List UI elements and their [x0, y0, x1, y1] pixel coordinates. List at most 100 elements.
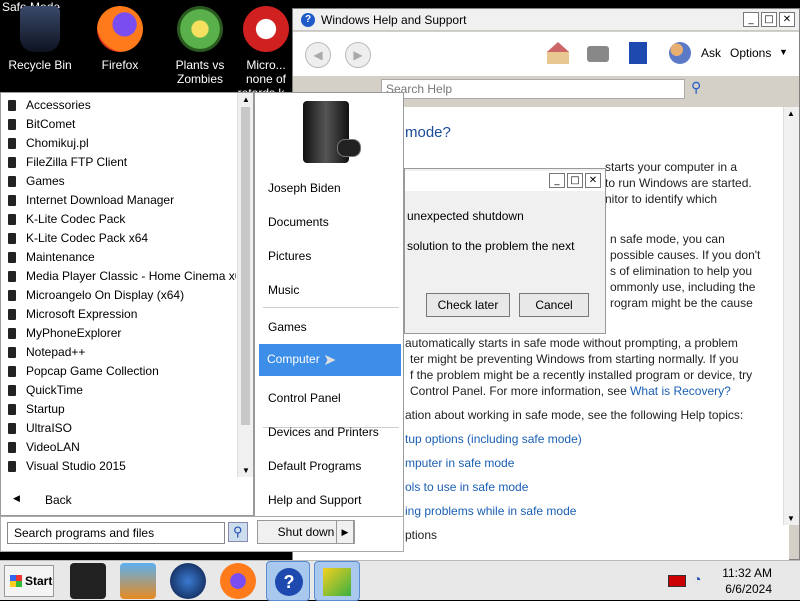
scroll-thumb[interactable] [241, 107, 250, 425]
media-player-icon[interactable] [120, 563, 156, 599]
minimize-button[interactable]: _ [743, 12, 759, 27]
program-item[interactable]: K-Lite Codec Pack [0, 210, 236, 229]
help-text: ptions [405, 528, 438, 542]
program-label: Maintenance [26, 250, 95, 264]
program-item[interactable]: QuickTime [0, 381, 236, 400]
shut-down-options-arrow-icon[interactable]: ▶ [336, 520, 354, 544]
tray-icon[interactable] [668, 575, 686, 587]
app-icon[interactable] [70, 563, 106, 599]
desktop-icon-label: Firefox [101, 58, 139, 72]
program-item[interactable]: Microsoft Expression [0, 305, 236, 324]
app-taskbar-button[interactable] [314, 561, 360, 601]
search-icon[interactable]: ⚲ [691, 79, 701, 96]
ask-icon[interactable] [669, 42, 691, 64]
program-item[interactable]: MyPhoneExplorer [0, 324, 236, 343]
firefox-icon[interactable] [220, 563, 256, 599]
help-taskbar-button[interactable]: ? [266, 561, 310, 601]
scroll-down-icon[interactable]: ▼ [787, 514, 795, 523]
help-support-link[interactable]: Help and Support [268, 493, 361, 507]
folder-icon [8, 119, 16, 130]
windows-logo-icon [10, 575, 22, 587]
scroll-up-icon[interactable]: ▲ [787, 109, 795, 118]
help-search-input[interactable]: Search Help [381, 79, 685, 99]
folder-icon [8, 385, 16, 396]
program-label: Media Player Classic - Home Cinema x6 [26, 269, 236, 283]
dialog-maximize-button[interactable]: □ [567, 173, 583, 188]
recovery-link[interactable]: What is Recovery? [630, 384, 731, 398]
print-icon[interactable] [587, 46, 609, 62]
help-topic-link[interactable]: mputer in safe mode [405, 455, 514, 471]
help-icon: ? [275, 568, 303, 596]
desktop-icon-firefox[interactable]: Firefox [80, 6, 160, 72]
program-label: Popcap Game Collection [26, 364, 159, 378]
program-item[interactable]: Notepad++ [0, 343, 236, 362]
help-text: s of elimination to help you [610, 264, 753, 278]
options-button[interactable]: Options [730, 46, 771, 60]
program-item[interactable]: Visual Studio 2015 [0, 457, 236, 476]
user-name-link[interactable]: Joseph Biden [268, 181, 341, 195]
folder-icon [8, 100, 16, 111]
program-label: Internet Download Manager [26, 193, 175, 207]
desktop-icon-label: Plants vs Zombies [175, 58, 225, 86]
music-link[interactable]: Music [268, 283, 299, 297]
desktop-icon-app[interactable]: Micro... none of retards k... [236, 6, 296, 100]
devices-printers-link[interactable]: Devices and Printers [268, 425, 379, 439]
close-button[interactable]: ✕ [779, 12, 795, 27]
globe-icon[interactable] [170, 563, 206, 599]
program-item[interactable]: Startup [0, 400, 236, 419]
folder-icon [8, 461, 16, 472]
program-item[interactable]: Accessories [0, 96, 236, 115]
taskbar-clock[interactable]: 11:32 AM 6/6/2024 [722, 565, 772, 597]
default-programs-link[interactable]: Default Programs [268, 459, 361, 473]
network-icon[interactable]: ◔ [693, 571, 701, 587]
help-window-titlebar[interactable]: ? Windows Help and Support _ □ ✕ [293, 9, 799, 31]
pictures-link[interactable]: Pictures [268, 249, 311, 263]
help-scrollbar[interactable]: ▲ ▼ [783, 107, 799, 525]
desktop-icon-recycle-bin[interactable]: Recycle Bin [0, 6, 80, 72]
back-arrow-icon[interactable]: ◀ [305, 42, 331, 68]
ask-button[interactable]: Ask [701, 46, 721, 60]
program-item[interactable]: FileZilla FTP Client [0, 153, 236, 172]
program-item[interactable]: K-Lite Codec Pack x64 [0, 229, 236, 248]
help-topic-link[interactable]: ols to use in safe mode [405, 479, 528, 495]
computer-link[interactable]: Computer ➤ [259, 344, 401, 376]
program-item[interactable]: Chomikuj.pl [0, 134, 236, 153]
help-topic-link[interactable]: ing problems while in safe mode [405, 503, 576, 519]
desktop-icon-plants-vs-zombies[interactable]: Plants vs Zombies [160, 6, 240, 86]
control-panel-link[interactable]: Control Panel [268, 391, 341, 405]
help-window-title: Windows Help and Support [321, 13, 467, 27]
cancel-button[interactable]: Cancel [519, 293, 589, 317]
forward-arrow-icon[interactable]: ▶ [345, 42, 371, 68]
documents-link[interactable]: Documents [268, 215, 329, 229]
back-button[interactable]: ◀ Back [0, 486, 254, 516]
maximize-button[interactable]: □ [761, 12, 777, 27]
chevron-down-icon[interactable]: ▼ [779, 47, 788, 57]
program-item[interactable]: VideoLAN [0, 438, 236, 457]
help-topic-link[interactable]: tup options (including safe mode) [405, 431, 582, 447]
program-item[interactable]: Maintenance [0, 248, 236, 267]
help-heading: mode? [405, 124, 451, 141]
program-item[interactable]: BitComet [0, 115, 236, 134]
start-button[interactable]: Start [4, 565, 54, 597]
plant-icon [177, 6, 223, 52]
dialog-close-button[interactable]: ✕ [585, 173, 601, 188]
program-item[interactable]: Microangelo On Display (x64) [0, 286, 236, 305]
program-item[interactable]: Popcap Game Collection [0, 362, 236, 381]
dialog-minimize-button[interactable]: _ [549, 173, 565, 188]
program-item[interactable]: Games [0, 172, 236, 191]
program-item[interactable]: UltraISO [0, 419, 236, 438]
programs-scrollbar[interactable]: ▲ ▼ [237, 93, 253, 477]
shutdown-dialog: _ □ ✕ unexpected shutdown solution to th… [404, 168, 606, 334]
start-search-input[interactable]: Search programs and files [7, 522, 225, 544]
check-later-button[interactable]: Check later [426, 293, 510, 317]
program-item[interactable]: Media Player Classic - Home Cinema x6 [0, 267, 236, 286]
dialog-titlebar[interactable]: _ □ ✕ [405, 171, 605, 191]
program-item[interactable]: Internet Download Manager [0, 191, 236, 210]
search-icon[interactable]: ⚲ [228, 522, 248, 542]
folder-icon [8, 157, 16, 168]
games-link[interactable]: Games [268, 320, 307, 334]
scroll-down-icon[interactable]: ▼ [242, 466, 250, 475]
browse-help-icon[interactable] [629, 42, 647, 64]
scroll-up-icon[interactable]: ▲ [242, 95, 250, 104]
home-icon[interactable] [547, 42, 569, 64]
